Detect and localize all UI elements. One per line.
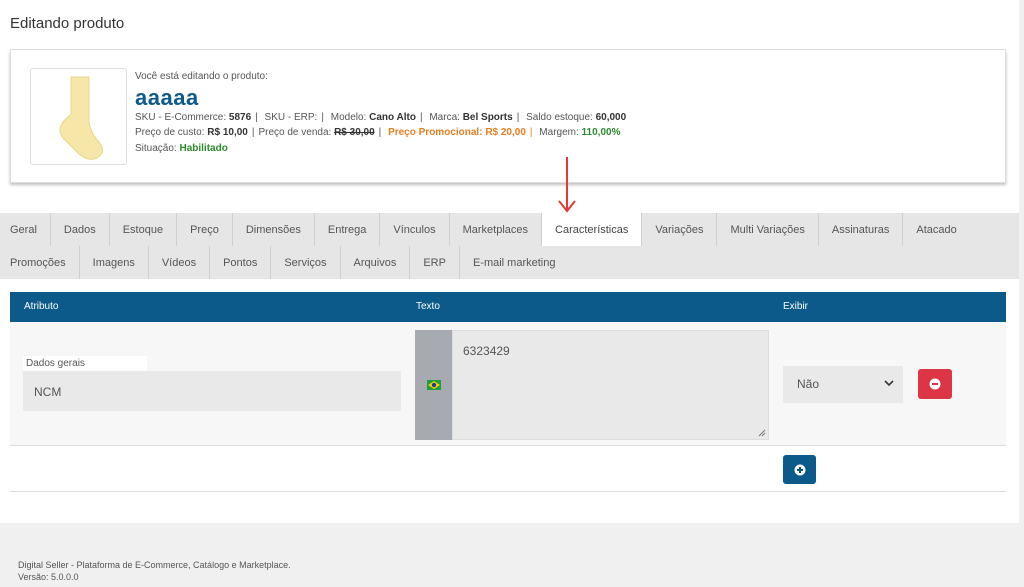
tab-erp[interactable]: ERP: [410, 246, 460, 279]
brazil-flag-icon: [426, 380, 441, 390]
arrow-down-icon: [558, 157, 576, 213]
tab-preco[interactable]: Preço: [177, 213, 233, 246]
tab-imagens[interactable]: Imagens: [80, 246, 149, 279]
tab-promocoes[interactable]: Promoções: [0, 246, 80, 279]
product-summary-card: Você está editando o produto: aaaaa SKU …: [10, 49, 1006, 183]
modelo-value: Cano Alto: [369, 111, 416, 123]
remove-attribute-button[interactable]: [918, 369, 952, 399]
tab-vinculos[interactable]: Vínculos: [380, 213, 450, 246]
tab-caracteristicas[interactable]: Características: [542, 213, 643, 246]
marca-value: Bel Sports: [462, 111, 513, 123]
chevron-down-icon: [884, 380, 894, 387]
saldo-value: 60,000: [595, 111, 627, 123]
tab-arquivos[interactable]: Arquivos: [341, 246, 411, 279]
table-row: Dados gerais NCM 6323429 Não: [10, 322, 1006, 446]
margem-label: Margem:: [539, 127, 579, 138]
tab-estoque[interactable]: Estoque: [110, 213, 178, 246]
plus-circle-icon: [794, 464, 805, 475]
tab-servicos[interactable]: Serviços: [271, 246, 341, 279]
product-info: Você está editando o produto: aaaaa SKU …: [135, 69, 626, 156]
venda-label: Preço de venda:: [258, 127, 332, 138]
footer-platform: Digital Seller - Plataforma de E-Commerc…: [18, 560, 291, 570]
custo-value: R$ 10,00: [207, 127, 248, 138]
tab-row-2: Promoções Imagens Vídeos Pontos Serviços…: [0, 246, 1019, 279]
tab-videos[interactable]: Vídeos: [149, 246, 211, 279]
language-selector[interactable]: [415, 330, 452, 440]
tab-multi-variacoes[interactable]: Multi Variações: [717, 213, 819, 246]
exibir-selected-value: Não: [797, 377, 820, 391]
tab-dimensoes[interactable]: Dimensões: [233, 213, 315, 246]
tab-atacado[interactable]: Atacado: [903, 213, 969, 246]
tab-geral[interactable]: Geral: [0, 213, 51, 246]
tab-assinaturas[interactable]: Assinaturas: [819, 213, 904, 246]
text-value-textarea[interactable]: 6323429: [452, 330, 769, 440]
tab-dados[interactable]: Dados: [51, 213, 110, 246]
sku-erp-label: SKU - ERP:: [264, 111, 318, 123]
product-tabs: Geral Dados Estoque Preço Dimensões Entr…: [0, 213, 1019, 279]
text-field: 6323429: [415, 330, 769, 440]
text-value: 6323429: [463, 344, 510, 358]
promo-value: R$ 20,00: [485, 127, 526, 138]
product-meta-line2: Preço de custo: R$ 10,00 | Preço de venda:…: [135, 127, 621, 138]
tab-row-1: Geral Dados Estoque Preço Dimensões Entr…: [0, 213, 1019, 246]
margem-value: 110,00%: [581, 127, 621, 138]
resize-handle-icon[interactable]: [758, 429, 766, 437]
minus-circle-icon: [929, 378, 941, 390]
product-meta-line1: SKU - E-Commerce: 5876 | SKU - ERP: | Mode…: [135, 111, 627, 123]
header-texto: Texto: [416, 301, 440, 312]
exibir-select[interactable]: Não: [783, 366, 903, 403]
attribute-input[interactable]: NCM: [23, 371, 401, 411]
marca-label: Marca:: [429, 111, 460, 123]
attribute-group-label: Dados gerais: [23, 356, 147, 371]
promo-label: Preço Promocional:: [388, 127, 483, 138]
situacao-label: Situação:: [135, 142, 177, 154]
page-title: Editando produto: [10, 15, 125, 32]
situacao-value: Habilitado: [179, 142, 228, 154]
sock-image-icon: [59, 76, 103, 160]
add-attribute-button[interactable]: [783, 455, 816, 484]
venda-value: R$ 30,00: [334, 127, 375, 138]
custo-label: Preço de custo:: [135, 127, 205, 138]
header-atributo: Atributo: [24, 301, 59, 312]
attribute-field: Dados gerais NCM: [23, 356, 401, 412]
product-meta-line3: Situação: Habilitado: [135, 141, 626, 157]
product-thumbnail: [30, 68, 127, 165]
modelo-label: Modelo:: [330, 111, 367, 123]
sku-ecommerce-value: 5876: [228, 111, 252, 123]
main-content: Editando produto Você está editando o pr…: [0, 0, 1019, 523]
editing-label: Você está editando o produto:: [135, 71, 268, 82]
attributes-table-header: Atributo Texto Exibir: [10, 292, 1006, 322]
sku-ecommerce-label: SKU - E-Commerce:: [135, 111, 227, 123]
tab-pontos[interactable]: Pontos: [210, 246, 272, 279]
tab-entrega[interactable]: Entrega: [315, 213, 381, 246]
footer-version: Versão: 5.0.0.0: [18, 572, 79, 582]
table-bottom-divider: [10, 491, 1006, 492]
product-name: aaaaa: [135, 84, 199, 110]
tab-marketplaces[interactable]: Marketplaces: [450, 213, 543, 246]
saldo-label: Saldo estoque:: [526, 111, 593, 123]
header-exibir: Exibir: [783, 301, 809, 312]
tab-email-marketing[interactable]: E-mail marketing: [460, 246, 569, 279]
footer: Digital Seller - Plataforma de E-Commerc…: [18, 559, 291, 583]
tab-variacoes[interactable]: Variações: [642, 213, 718, 246]
